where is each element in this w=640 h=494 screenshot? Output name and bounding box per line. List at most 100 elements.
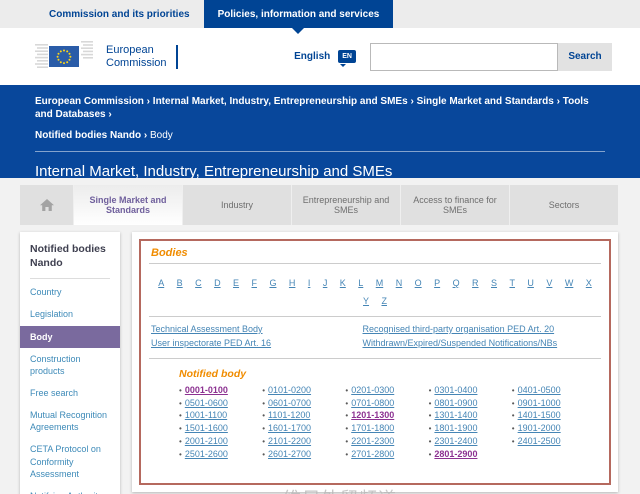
language-badge[interactable]: EN [338, 50, 356, 67]
range-link[interactable]: 0701-0800 [351, 398, 394, 408]
top-tab[interactable]: Policies, information and services [203, 0, 394, 34]
alphabet-link[interactable]: A [158, 278, 164, 288]
search-input[interactable] [370, 42, 558, 71]
body-type-link[interactable]: Technical Assessment Body [151, 323, 263, 337]
alphabet-link[interactable]: J [323, 278, 328, 288]
alphabet-link[interactable]: B [177, 278, 183, 288]
range-link[interactable]: 0601-0700 [268, 398, 311, 408]
range-link[interactable]: 0301-0400 [434, 385, 477, 395]
bullet-icon: • [179, 385, 182, 395]
breadcrumb-band: European Commission Internal Market, Ind… [0, 85, 640, 180]
breadcrumb-link[interactable]: Internal Market, Industry, Entrepreneurs… [153, 96, 417, 107]
alphabet-link[interactable]: H [289, 278, 296, 288]
range-link[interactable]: 1401-1500 [518, 410, 561, 420]
range-link[interactable]: 2701-2800 [351, 449, 394, 459]
range-link[interactable]: 2101-2200 [268, 436, 311, 446]
notified-body-ranges: • 0001-0100 • 0101-0200 • 0201-0300 • 0301-0… [179, 384, 595, 461]
alphabet-link[interactable]: O [415, 278, 422, 288]
range-link[interactable]: 0401-0500 [518, 385, 561, 395]
body-type-link[interactable]: User inspectorate PED Art. 16 [151, 337, 271, 351]
alphabet-link[interactable]: F [252, 278, 258, 288]
alphabet-link[interactable]: I [308, 278, 311, 288]
bullet-icon: • [179, 398, 182, 408]
body-type-link[interactable]: Withdrawn/Expired/Suspended Notification… [363, 337, 558, 351]
range-link[interactable]: 1101-1200 [268, 410, 310, 420]
range-cell: • 0501-0600 [179, 397, 262, 410]
alphabet-link[interactable]: U [527, 278, 534, 288]
bullet-icon: • [428, 424, 432, 434]
european-commission-logo[interactable]: European Commission [35, 38, 178, 76]
range-link[interactable]: 1801-1900 [434, 423, 477, 433]
range-link[interactable]: 2801-2900 [434, 449, 477, 459]
alphabet-link[interactable]: Q [453, 278, 460, 288]
breadcrumb-link-nando[interactable]: Notified bodies Nando [35, 130, 150, 141]
alphabet-link[interactable]: W [565, 278, 574, 288]
alphabet-link[interactable]: C [195, 278, 202, 288]
top-tab[interactable]: Commission and its priorities [35, 0, 204, 28]
home-tab[interactable] [20, 185, 73, 225]
range-link[interactable]: 1301-1400 [434, 410, 477, 420]
range-link[interactable]: 1601-1700 [268, 423, 311, 433]
alphabet-link[interactable]: Y [363, 296, 369, 306]
divider [149, 357, 601, 359]
alphabet-link[interactable]: T [509, 278, 515, 288]
alphabet-link[interactable]: G [269, 278, 276, 288]
range-link[interactable]: 1701-1800 [351, 423, 394, 433]
range-link[interactable]: 1001-1100 [185, 410, 227, 420]
range-cell: • 2101-2200 [262, 435, 345, 448]
range-link[interactable]: 0501-0600 [185, 398, 228, 408]
alphabet-link[interactable]: K [340, 278, 346, 288]
range-link[interactable]: 2501-2600 [185, 449, 228, 459]
range-link[interactable]: 2201-2300 [351, 436, 394, 446]
range-link[interactable]: 2001-2100 [185, 436, 228, 446]
range-link[interactable]: 0101-0200 [268, 385, 311, 395]
search-button[interactable]: Search [558, 42, 612, 71]
alphabet-link[interactable]: R [472, 278, 479, 288]
bullet-icon: • [428, 398, 432, 408]
alphabet-link[interactable]: D [214, 278, 221, 288]
range-cell: • 2501-2600 [179, 448, 262, 461]
range-link[interactable]: 0901-1000 [518, 398, 561, 408]
sidebar-item[interactable]: Free search [20, 382, 120, 404]
body-type-link[interactable]: Recognised third-party organisation PED … [363, 323, 555, 337]
breadcrumb-link[interactable]: European Commission [35, 96, 153, 107]
sidebar-item[interactable]: Legislation [20, 303, 120, 325]
alphabet-link[interactable]: S [491, 278, 497, 288]
range-link[interactable]: 2301-2400 [434, 436, 477, 446]
range-link[interactable]: 1901-2000 [518, 423, 561, 433]
section-tab[interactable]: Entrepreneurship and SMEs [291, 185, 400, 225]
alphabet-link[interactable]: V [546, 278, 552, 288]
language-label[interactable]: English [294, 51, 330, 62]
range-link[interactable]: 1501-1600 [185, 423, 228, 433]
alphabet-link[interactable]: X [586, 278, 592, 288]
logo-divider [175, 44, 178, 69]
range-link[interactable]: 0201-0300 [351, 385, 394, 395]
alphabet-link[interactable]: M [376, 278, 384, 288]
sidebar-item[interactable]: Body [20, 325, 120, 348]
alphabet-link[interactable]: N [396, 278, 403, 288]
section-tab[interactable]: Sectors [509, 185, 618, 225]
section-tab[interactable]: Access to finance for SMEs [400, 185, 509, 225]
range-cell: • 2401-2500 [512, 435, 595, 448]
alphabet-link[interactable]: E [233, 278, 239, 288]
alphabet-link[interactable]: P [434, 278, 440, 288]
range-cell: • 0101-0200 [262, 384, 345, 397]
range-link[interactable]: 0001-0100 [185, 385, 228, 395]
range-link[interactable]: 2401-2500 [518, 436, 561, 446]
sidebar-item[interactable]: Mutual Recognition Agreements [20, 404, 120, 438]
sidebar-item[interactable]: CETA Protocol on Conformity Assessment [20, 438, 120, 484]
sidebar-item[interactable]: Construction products [20, 348, 120, 382]
section-tab-label: Single Market and Standards [89, 195, 167, 215]
range-link[interactable]: 0801-0900 [434, 398, 477, 408]
sidebar-item[interactable]: Country [20, 281, 120, 303]
section-tab[interactable]: Single Market and Standards [73, 185, 182, 225]
range-cell: • 1901-2000 [512, 422, 595, 435]
section-tab[interactable]: Industry [182, 185, 291, 225]
alphabet-link[interactable]: L [358, 278, 363, 288]
sidebar-item[interactable]: Notifying Authority - Notification proce… [20, 485, 120, 494]
breadcrumb-link[interactable]: Single Market and Standards [417, 96, 563, 107]
range-link[interactable]: 1201-1300 [351, 410, 394, 420]
header-right: English EN Search [294, 42, 612, 71]
alphabet-link[interactable]: Z [381, 296, 387, 306]
range-link[interactable]: 2601-2700 [268, 449, 311, 459]
